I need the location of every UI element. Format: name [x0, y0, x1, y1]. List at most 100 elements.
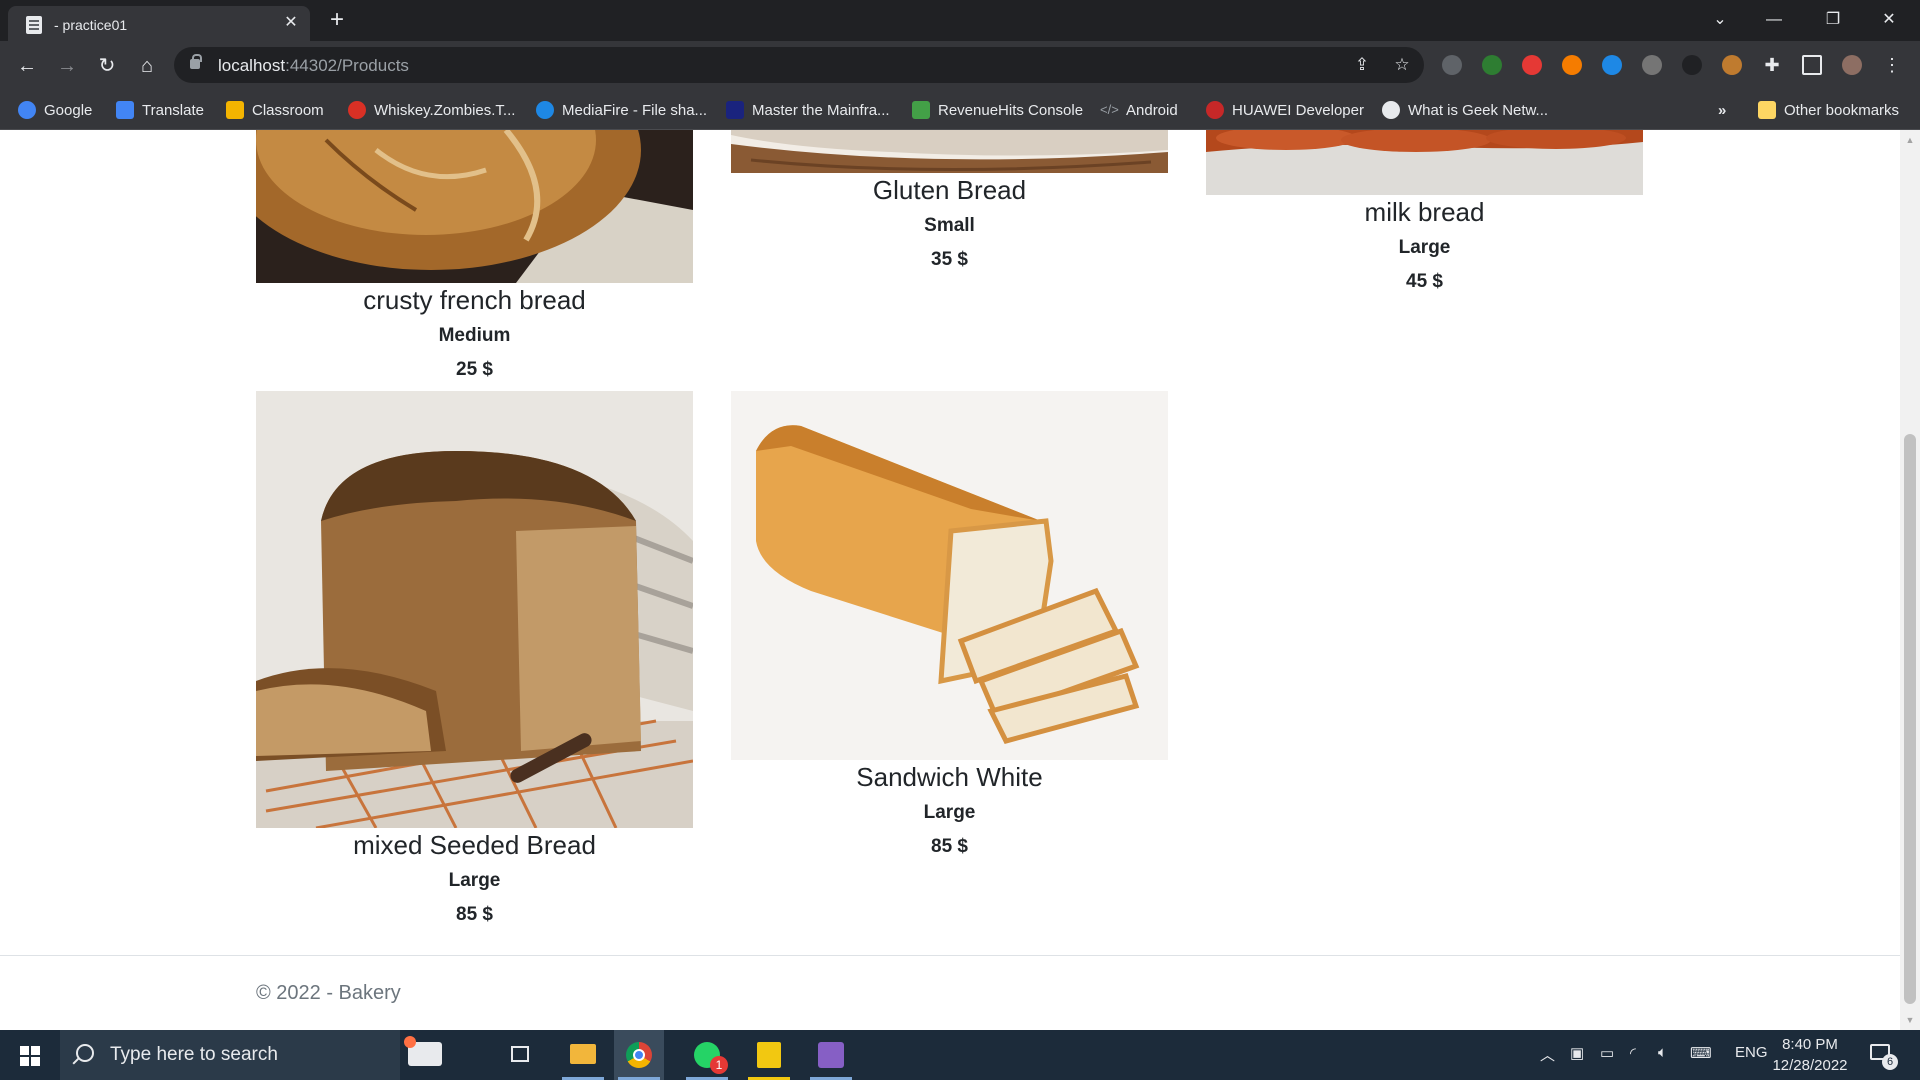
revenuehits-icon	[912, 101, 930, 119]
show-hidden-icons-icon[interactable]: ︿	[1540, 1044, 1555, 1065]
code-icon: </>	[1100, 102, 1119, 117]
search-icon	[76, 1044, 94, 1062]
extension-icon[interactable]	[1482, 55, 1502, 75]
address-bar[interactable]: localhost:44302/Products ⇪ ☆	[174, 47, 1424, 83]
home-button[interactable]: ⌂	[134, 53, 160, 79]
scroll-up-icon[interactable]: ▲	[1900, 132, 1920, 148]
product-image	[1206, 130, 1643, 195]
tab-search-icon[interactable]: ⌄	[1708, 8, 1732, 32]
product-size: Large	[923, 802, 976, 823]
search-placeholder: Type here to search	[110, 1044, 278, 1065]
product-image	[256, 130, 693, 283]
avatar[interactable]	[1842, 55, 1862, 75]
cookie-icon[interactable]	[1722, 55, 1742, 75]
tab-title: - practice01	[54, 17, 128, 33]
product-image	[731, 391, 1168, 760]
file-explorer-icon[interactable]	[558, 1030, 608, 1080]
metamask-icon[interactable]	[1562, 55, 1582, 75]
lock-icon[interactable]	[190, 54, 202, 69]
keyboard-icon[interactable]: ⌨︎	[1690, 1044, 1712, 1062]
product-size: Large	[448, 870, 501, 891]
scroll-down-icon[interactable]: ▼	[1900, 1012, 1920, 1028]
product-price: 35 $	[931, 249, 968, 270]
bookmark-label: Translate	[142, 101, 204, 119]
globe-icon	[1382, 101, 1400, 119]
browser-tab[interactable]: - practice01 ✕	[8, 6, 310, 41]
extension-icon[interactable]	[1442, 55, 1462, 75]
product-name: crusty french bread	[363, 285, 586, 315]
start-button[interactable]	[0, 1030, 60, 1080]
bookmark-classroom[interactable]: Classroom	[226, 90, 324, 130]
forward-button[interactable]: →	[54, 53, 80, 79]
products-page: crusty french bread Medium 25 $ Gluten B…	[0, 130, 1900, 1030]
extension-icon[interactable]	[1682, 55, 1702, 75]
product-size: Large	[1398, 237, 1451, 258]
bookmarks-bar: Google Translate Classroom Whiskey.Zombi…	[0, 90, 1920, 130]
menu-icon[interactable]: ⋮	[1882, 55, 1902, 75]
bookmark-android[interactable]: </> Android	[1100, 90, 1178, 130]
chrome-icon[interactable]	[614, 1030, 664, 1080]
bookmarks-overflow-button[interactable]: »	[1718, 90, 1726, 130]
extension-icon[interactable]	[1642, 55, 1662, 75]
footer-divider	[0, 955, 1900, 956]
bookmark-star-icon[interactable]: ☆	[1392, 55, 1412, 75]
extension-icon[interactable]	[1522, 55, 1542, 75]
notification-badge: 1	[710, 1056, 728, 1074]
product-price: 85 $	[456, 904, 493, 925]
puzzle-icon[interactable]: ✚	[1762, 55, 1782, 75]
network-drive-icon[interactable]: ▣	[1570, 1044, 1584, 1062]
classroom-icon	[226, 101, 244, 119]
scroll-thumb[interactable]	[1904, 434, 1916, 1004]
wifi-icon[interactable]: ◜	[1630, 1044, 1636, 1062]
restore-button[interactable]: ❐	[1821, 8, 1845, 32]
browser-toolbar: ← → ↻ ⌂ localhost:44302/Products ⇪ ☆ ✚ ⋮	[0, 41, 1920, 90]
taskbar-search-box[interactable]: Type here to search	[60, 1030, 400, 1080]
visual-studio-icon[interactable]	[806, 1030, 856, 1080]
bookmark-translate[interactable]: Translate	[116, 90, 204, 130]
volume-icon[interactable]: 🔈︎	[1658, 1044, 1667, 1061]
url-text[interactable]: localhost:44302/Products	[218, 56, 409, 76]
page-icon	[26, 16, 42, 34]
translate-icon	[116, 101, 134, 119]
folder-icon	[1758, 101, 1776, 119]
url-host: localhost	[218, 56, 286, 75]
product-image	[256, 391, 693, 828]
close-icon[interactable]: ✕	[282, 14, 300, 32]
google-icon	[18, 101, 36, 119]
power-bi-icon[interactable]	[744, 1030, 794, 1080]
bookmark-revenuehits[interactable]: RevenueHits Console	[912, 90, 1083, 130]
other-bookmarks-folder[interactable]: Other bookmarks	[1758, 90, 1899, 130]
browser-tab-strip: - practice01 ✕ + ⌄ — ❐ ✕	[0, 0, 1920, 41]
side-panel-icon[interactable]	[1802, 55, 1822, 75]
bookmark-mediafire[interactable]: MediaFire - File sha...	[536, 90, 707, 130]
notification-count: 6	[1882, 1054, 1898, 1070]
battery-icon[interactable]: ▭	[1600, 1044, 1614, 1062]
reload-button[interactable]: ↻	[94, 53, 120, 79]
notification-center-button[interactable]: 6	[1866, 1040, 1898, 1070]
search-highlight-icon[interactable]	[400, 1030, 450, 1080]
bookmark-label: Classroom	[252, 101, 324, 119]
system-clock[interactable]: 8:40 PM 12/28/2022	[1760, 1034, 1860, 1076]
close-window-button[interactable]: ✕	[1877, 8, 1901, 32]
bookmark-mainframe[interactable]: Master the Mainfra...	[726, 90, 890, 130]
minimize-button[interactable]: —	[1762, 8, 1786, 32]
product-size: Medium	[438, 325, 511, 346]
back-button[interactable]: ←	[14, 53, 40, 79]
extension-icon[interactable]	[1602, 55, 1622, 75]
product-price: 45 $	[1406, 271, 1443, 292]
huawei-icon	[1206, 101, 1224, 119]
whatsapp-icon[interactable]: 1	[682, 1030, 732, 1080]
bookmark-google[interactable]: Google	[18, 90, 92, 130]
mainframe-icon	[726, 101, 744, 119]
bookmark-huawei[interactable]: HUAWEI Developer	[1206, 90, 1364, 130]
new-tab-button[interactable]: +	[326, 8, 348, 32]
task-view-icon[interactable]	[495, 1030, 545, 1080]
bookmark-whiskey[interactable]: Whiskey.Zombies.T...	[348, 90, 515, 130]
bookmark-label: MediaFire - File sha...	[562, 101, 708, 119]
bookmark-label: Whiskey.Zombies.T...	[374, 101, 516, 119]
page-scrollbar[interactable]: ▲ ▼	[1900, 130, 1920, 1030]
bookmark-label: Master the Mainfra...	[752, 101, 890, 119]
windows-taskbar: Type here to search 1 ︿ ▣ ▭ ◜ 🔈︎ ⌨︎ ENG …	[0, 1030, 1920, 1080]
share-icon[interactable]: ⇪	[1352, 55, 1372, 75]
bookmark-geek[interactable]: What is Geek Netw...	[1382, 90, 1548, 130]
